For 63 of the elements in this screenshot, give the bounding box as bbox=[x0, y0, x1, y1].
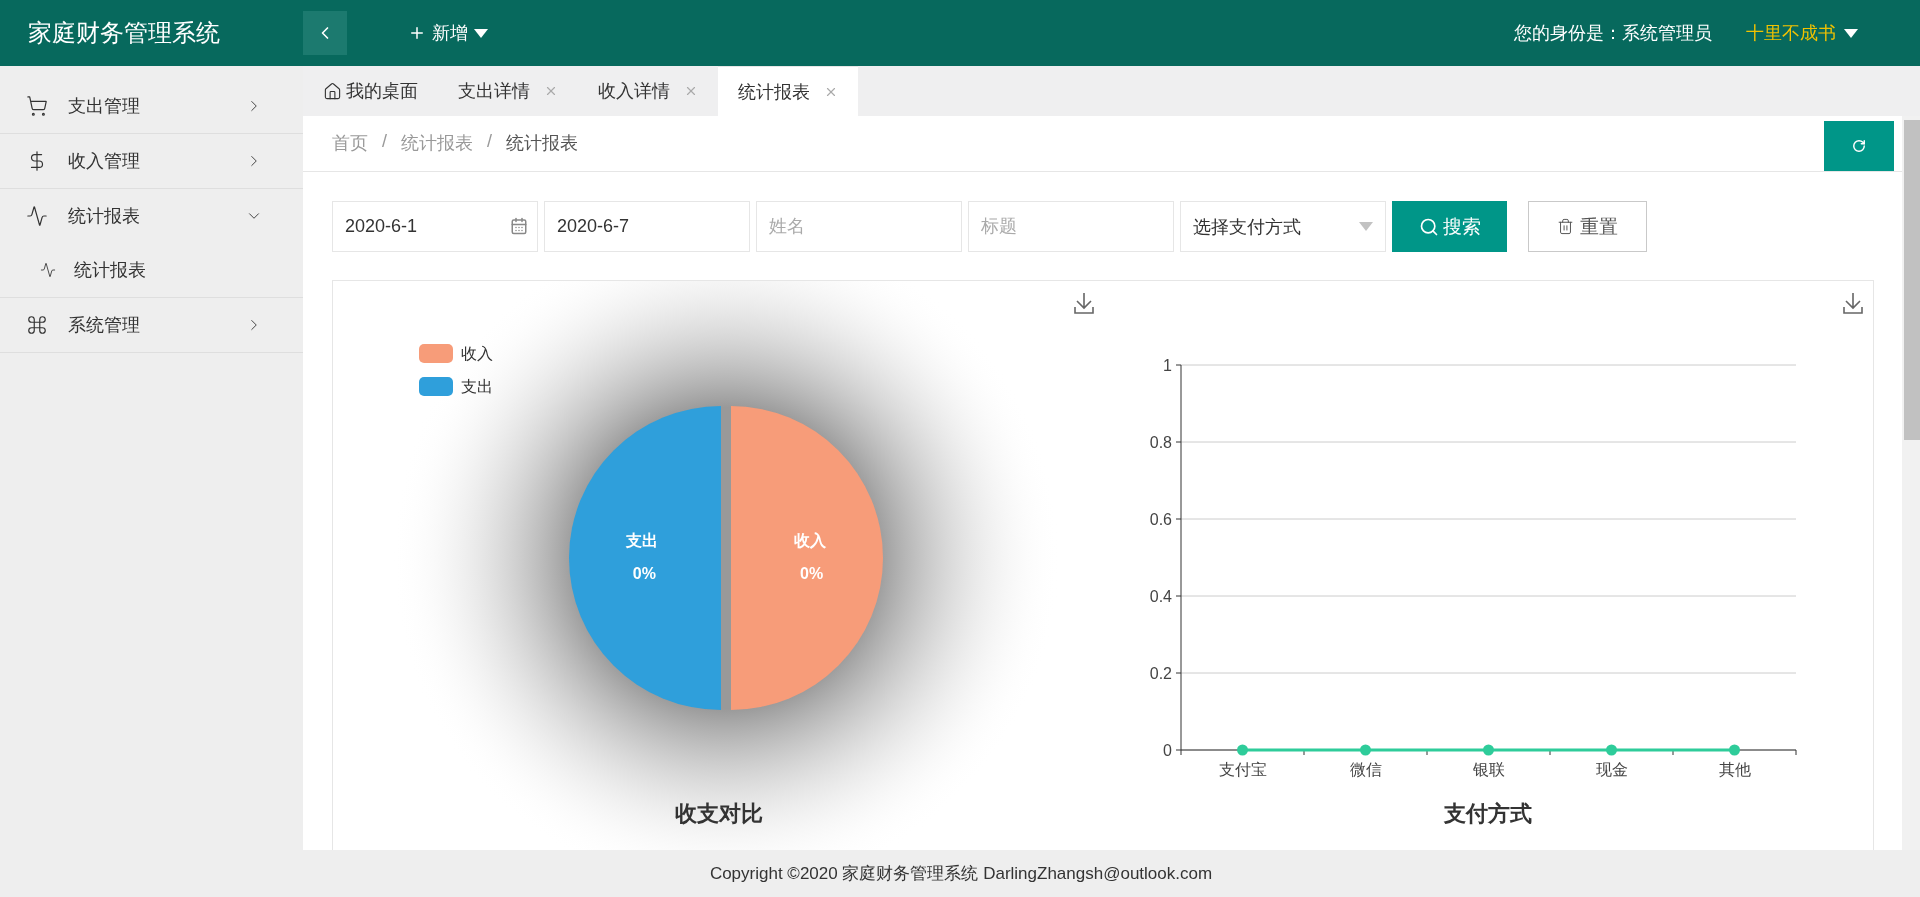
data-point bbox=[1606, 744, 1617, 756]
title-field[interactable]: 标题 bbox=[968, 201, 1174, 252]
refresh-button[interactable] bbox=[1824, 121, 1894, 171]
tab[interactable]: 我的桌面 bbox=[303, 66, 438, 116]
axis-label: 0.8 bbox=[1149, 434, 1172, 451]
app-title: 家庭财务管理系统 bbox=[27, 18, 221, 48]
reset-button[interactable]: 重置 bbox=[1528, 201, 1647, 252]
legend-label: 支出 bbox=[461, 378, 493, 395]
axis-label: 0.4 bbox=[1149, 588, 1172, 605]
chart-icon bbox=[26, 205, 48, 227]
caret-icon bbox=[474, 28, 488, 38]
axis-label: 微信 bbox=[1349, 761, 1382, 778]
name-field[interactable]: 姓名 bbox=[756, 201, 962, 252]
cart-icon bbox=[26, 95, 48, 117]
breadcrumb-separator: / bbox=[382, 131, 387, 152]
chart-title: 支付方式 bbox=[1444, 801, 1532, 826]
caret-icon bbox=[1844, 28, 1858, 38]
breadcrumb-link[interactable]: 统计报表 bbox=[506, 131, 579, 155]
sidebar-item[interactable]: 统计报表 bbox=[0, 189, 303, 243]
collapse-button[interactable] bbox=[303, 11, 347, 55]
breadcrumb-separator: / bbox=[487, 131, 493, 152]
chart-icon bbox=[40, 262, 56, 278]
data-point bbox=[1729, 744, 1740, 756]
payment-select[interactable]: 选择支付方式 bbox=[1180, 201, 1386, 252]
legend-label: 收入 bbox=[461, 345, 493, 362]
data-point bbox=[1237, 744, 1248, 756]
slice-value: 0% bbox=[800, 565, 824, 582]
slice-label: 支出 bbox=[626, 532, 659, 549]
calendar-icon[interactable] bbox=[510, 217, 528, 235]
start-date-field[interactable]: 2020-6-1 bbox=[332, 201, 538, 252]
axis-label: 银联 bbox=[1472, 761, 1505, 778]
tab[interactable]: 收入详情 bbox=[578, 66, 718, 116]
axis-label: 其他 bbox=[1718, 761, 1751, 778]
refresh-icon bbox=[1852, 139, 1866, 153]
axis-label: 支付宝 bbox=[1218, 761, 1267, 778]
search-button[interactable]: 搜索 bbox=[1392, 201, 1507, 252]
home-icon bbox=[323, 81, 342, 101]
command-icon bbox=[26, 314, 48, 336]
plus-icon bbox=[408, 24, 426, 42]
tab[interactable]: 统计报表 bbox=[718, 66, 858, 116]
caret-icon bbox=[1359, 222, 1373, 231]
trash-icon bbox=[1557, 218, 1574, 235]
download-icon[interactable] bbox=[1074, 292, 1094, 314]
user-menu[interactable]: 十里不成书 bbox=[1740, 20, 1864, 46]
axis-label: 0.2 bbox=[1149, 665, 1172, 682]
download-icon[interactable] bbox=[1843, 292, 1863, 314]
slice-value: 0% bbox=[632, 565, 656, 582]
axis-label: 1 bbox=[1163, 357, 1172, 374]
close-icon[interactable] bbox=[684, 84, 698, 98]
axis-label: 0 bbox=[1163, 742, 1172, 759]
copyright-text: Copyright ©2020 家庭财务管理系统 DarlingZhangsh@outlook.com bbox=[709, 863, 1213, 885]
close-icon[interactable] bbox=[544, 84, 558, 98]
data-point bbox=[1483, 744, 1494, 756]
search-icon bbox=[1418, 216, 1439, 237]
tab[interactable]: 支出详情 bbox=[438, 66, 578, 116]
add-menu[interactable]: 新增 bbox=[402, 20, 494, 46]
end-date-field[interactable]: 2020-6-7 bbox=[544, 201, 750, 252]
data-point bbox=[1360, 744, 1371, 756]
slice-label: 收入 bbox=[793, 532, 826, 549]
axis-label: 现金 bbox=[1595, 761, 1628, 778]
chart-title: 收支对比 bbox=[675, 801, 763, 826]
axis-label: 0.6 bbox=[1149, 511, 1172, 528]
identity-label: 您的身份是：系统管理员 bbox=[1514, 22, 1712, 45]
